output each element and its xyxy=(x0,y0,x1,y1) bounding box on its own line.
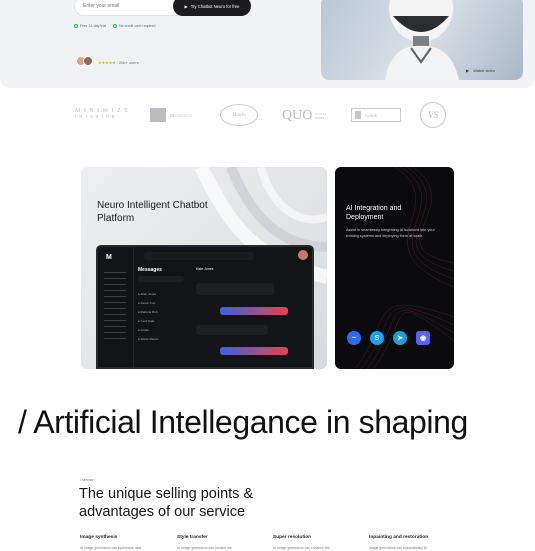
list-item[interactable]: ● Allan Jones xyxy=(138,290,190,299)
list-item[interactable]: ● Darlene Rob xyxy=(138,308,190,317)
feature-title: Super resolution xyxy=(273,535,312,540)
integration-card: AI Integration and Deployment Assist in … xyxy=(335,167,454,369)
try-free-label: Try Chatbot Neuro for free xyxy=(190,3,240,9)
contacts-list: ● Allan Jones ● Devon Fox ● Darlene Rob … xyxy=(138,290,190,344)
list-item[interactable]: ● Kristin xyxy=(138,326,190,335)
telegram-icon[interactable]: ➤ xyxy=(393,331,407,345)
hero-section: ▶ Try Chatbot Neuro for free Free 14-day… xyxy=(0,0,535,88)
feature-trial: Free 14-day trial xyxy=(74,24,106,28)
avatar xyxy=(298,250,308,260)
chat-panel: Kate Jones xyxy=(196,267,312,367)
messages-search[interactable] xyxy=(138,276,184,282)
services-title: The unique selling points & advantages o… xyxy=(79,486,254,520)
app-preview: M Messages ● Allan Jones ● Devon Fox ● D… xyxy=(96,245,314,369)
play-icon: ▶ xyxy=(466,68,470,73)
chat-name: Kate Jones xyxy=(196,267,214,271)
feature-title: Style transfer xyxy=(177,535,208,540)
avatar xyxy=(83,56,93,66)
feature-desc: Image generators can automatically fill xyxy=(369,546,427,550)
user-avatars xyxy=(76,56,93,66)
landing-page: ▶ Try Chatbot Neuro for free Free 14-day… xyxy=(0,0,535,551)
integration-title: AI Integration and Deployment xyxy=(346,205,402,221)
logo-vs: VS xyxy=(420,102,446,128)
arrow-icon: ▶ xyxy=(184,3,188,9)
integration-description: Assist in seamlessly integrating AI solu… xyxy=(346,228,435,238)
app-logo-icon: M xyxy=(106,254,112,261)
feature-desc: AI image generators can enhance the xyxy=(273,546,330,550)
chat-message-sent xyxy=(220,307,288,315)
chat-message xyxy=(196,325,268,335)
email-input[interactable] xyxy=(83,3,173,9)
skype-icon[interactable]: S xyxy=(370,331,384,345)
list-item[interactable]: ● Devon Fox xyxy=(138,299,190,308)
feature-desc: AI image generators can transfer the xyxy=(177,546,233,550)
list-item[interactable]: ● Wade Warren xyxy=(138,335,190,344)
feature-no-card: No credit card required xyxy=(113,24,156,28)
feature-title: Inpainting and restoration xyxy=(369,535,429,540)
app-sidebar: M xyxy=(98,247,134,367)
feature-no-card-label: No credit card required xyxy=(119,24,156,28)
messages-list: Messages ● Allan Jones ● Devon Fox ● Dar… xyxy=(138,267,190,367)
rating-users: 20k+ users xyxy=(118,60,139,65)
logo-kodiak: Kodiak xyxy=(351,108,401,122)
chat-message-sent xyxy=(220,347,288,355)
chat-message xyxy=(196,283,274,295)
rating: ★★★★★ 20k+ users xyxy=(98,60,139,65)
logo-monks: Monks xyxy=(220,104,258,126)
logo-minimize: M I N I M I Z E I N T E R I O R xyxy=(75,108,129,119)
messages-title: Messages xyxy=(138,267,162,273)
list-item[interactable]: ● Cecil Hale xyxy=(138,317,190,326)
platform-title: Neuro Intelligent Chatbot Platform xyxy=(97,200,208,224)
discord-icon[interactable]: ◉ xyxy=(416,331,430,345)
services-tag: / service / xyxy=(80,478,96,482)
watch-video-button[interactable]: ▶ Watch video xyxy=(466,68,495,73)
platform-card: Neuro Intelligent Chatbot Platform M Mes… xyxy=(81,167,327,369)
section-headline: / Artificial Intellegance in shaping xyxy=(18,404,468,440)
feature-style-transfer: Style transfer AI image generators can t… xyxy=(177,535,267,550)
feature-image-synthesis: Image synthesis AI image generators can … xyxy=(80,535,170,550)
logo-quo: QUO LEGAL FIRM xyxy=(282,108,327,123)
check-icon xyxy=(74,24,78,28)
feature-trial-label: Free 14-day trial xyxy=(80,24,107,28)
messenger-icon[interactable]: ~ xyxy=(347,331,361,345)
check-icon xyxy=(113,24,117,28)
logo-helvetica: HELVETICA xyxy=(150,108,192,122)
feature-desc: AI image generators can synthesize new xyxy=(80,546,142,550)
partner-logos: M I N I M I Z E I N T E R I O R HELVETIC… xyxy=(70,100,470,132)
feature-inpainting: Inpainting and restoration Image generat… xyxy=(369,535,459,550)
try-free-button[interactable]: ▶ Try Chatbot Neuro for free xyxy=(173,0,251,16)
watch-video-label: Watch video xyxy=(473,68,495,73)
star-rating-icon: ★★★★★ xyxy=(98,60,116,65)
feature-title: Image synthesis xyxy=(80,535,118,540)
app-search[interactable] xyxy=(144,252,254,260)
integration-icons: ~ S ➤ ◉ xyxy=(347,331,430,345)
feature-super-resolution: Super resolution AI image generators can… xyxy=(273,535,363,550)
